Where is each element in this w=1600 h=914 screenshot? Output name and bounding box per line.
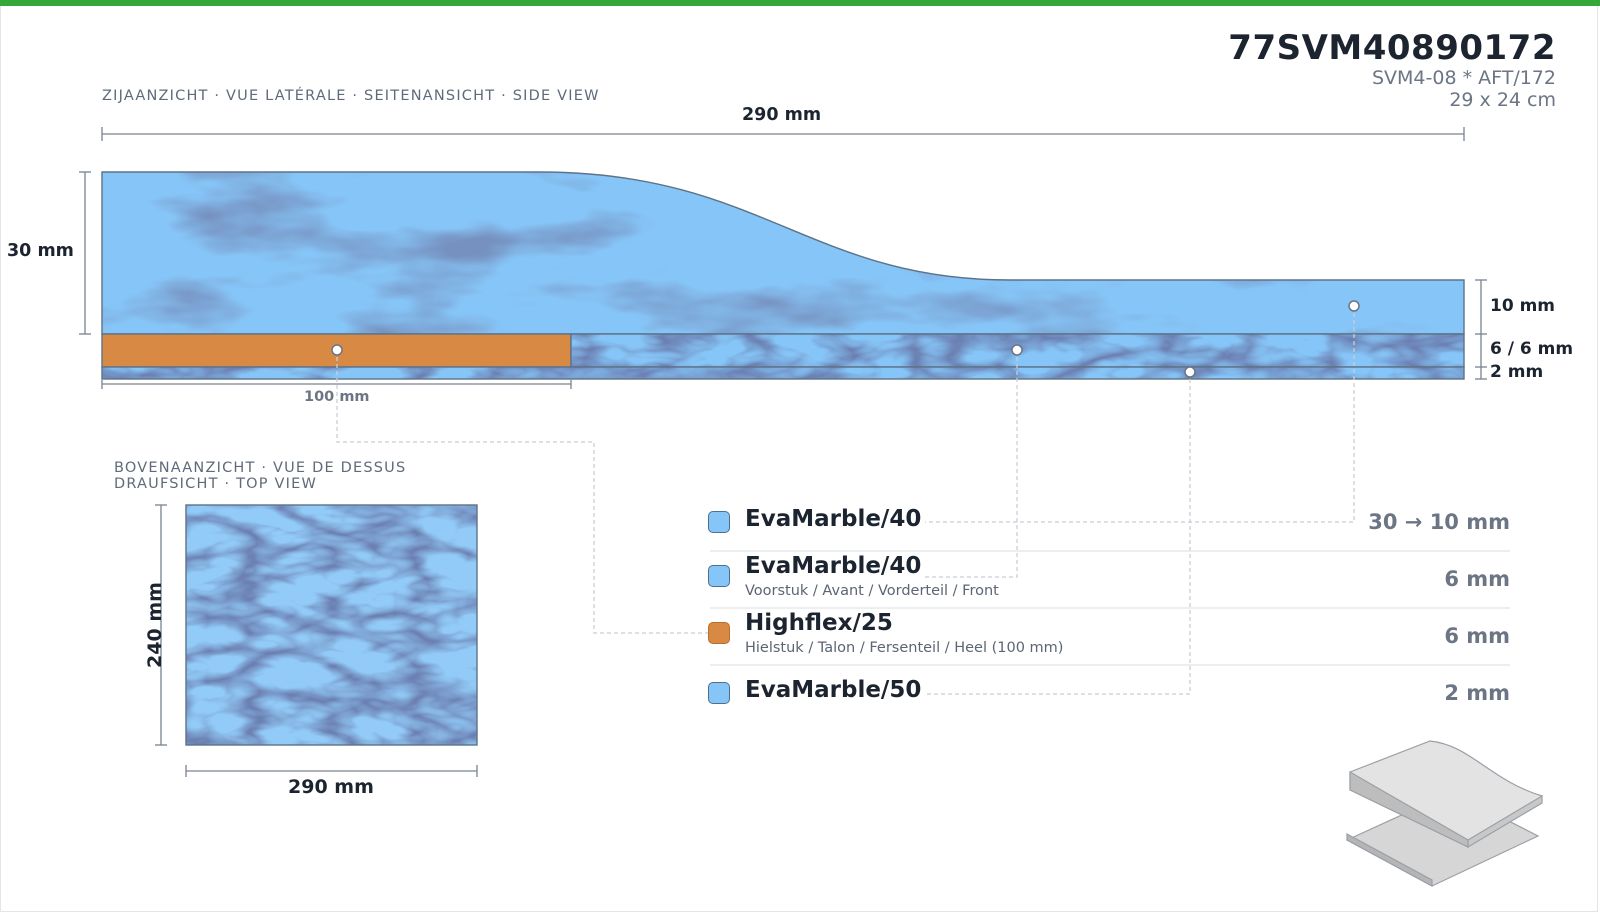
thickness-top-label: 10 mm (1490, 296, 1556, 316)
layer-thickness: 6 mm (1438, 624, 1510, 648)
isometric-layers-icon (1345, 740, 1544, 888)
marble-swatch-icon (708, 682, 730, 704)
layer-detail: Hielstuk / Talon / Fersenteil / Heel (10… (745, 640, 1064, 656)
layer-thickness: 6 mm (1438, 567, 1510, 591)
thickness-bottom-label: 2 mm (1490, 362, 1544, 382)
technical-drawing (79, 127, 1544, 888)
thickness-middle-label: 6 / 6 mm (1490, 339, 1574, 359)
layer-detail: Voorstuk / Avant / Vorderteil / Front (745, 583, 999, 599)
marble-swatch-icon (708, 565, 730, 587)
top-view-width-label: 290 mm (288, 776, 374, 798)
height-dimension (79, 171, 91, 335)
highflex-swatch-icon (708, 622, 730, 644)
top-view-image (185, 504, 478, 746)
length-label: 290 mm (742, 105, 822, 125)
marble-swatch-icon (708, 511, 730, 533)
layer-name: Highflex/25 (745, 610, 897, 636)
height-label: 30 mm (7, 241, 74, 261)
layer-thickness: 2 mm (1438, 681, 1510, 705)
top-view-height-label: 240 mm (143, 582, 166, 668)
thickness-dimensions (1475, 279, 1487, 380)
layer-name: EvaMarble/50 (745, 677, 926, 703)
length-dimension (101, 127, 1465, 141)
layer-name: EvaMarble/40 (745, 506, 926, 532)
layer-thickness: 30 → 10 mm (1362, 510, 1510, 534)
side-layer-top (101, 171, 1465, 335)
layer-name: EvaMarble/40 (745, 553, 926, 579)
side-layer-bottom (101, 366, 1465, 380)
heel-length-label: 100 mm (304, 389, 370, 405)
